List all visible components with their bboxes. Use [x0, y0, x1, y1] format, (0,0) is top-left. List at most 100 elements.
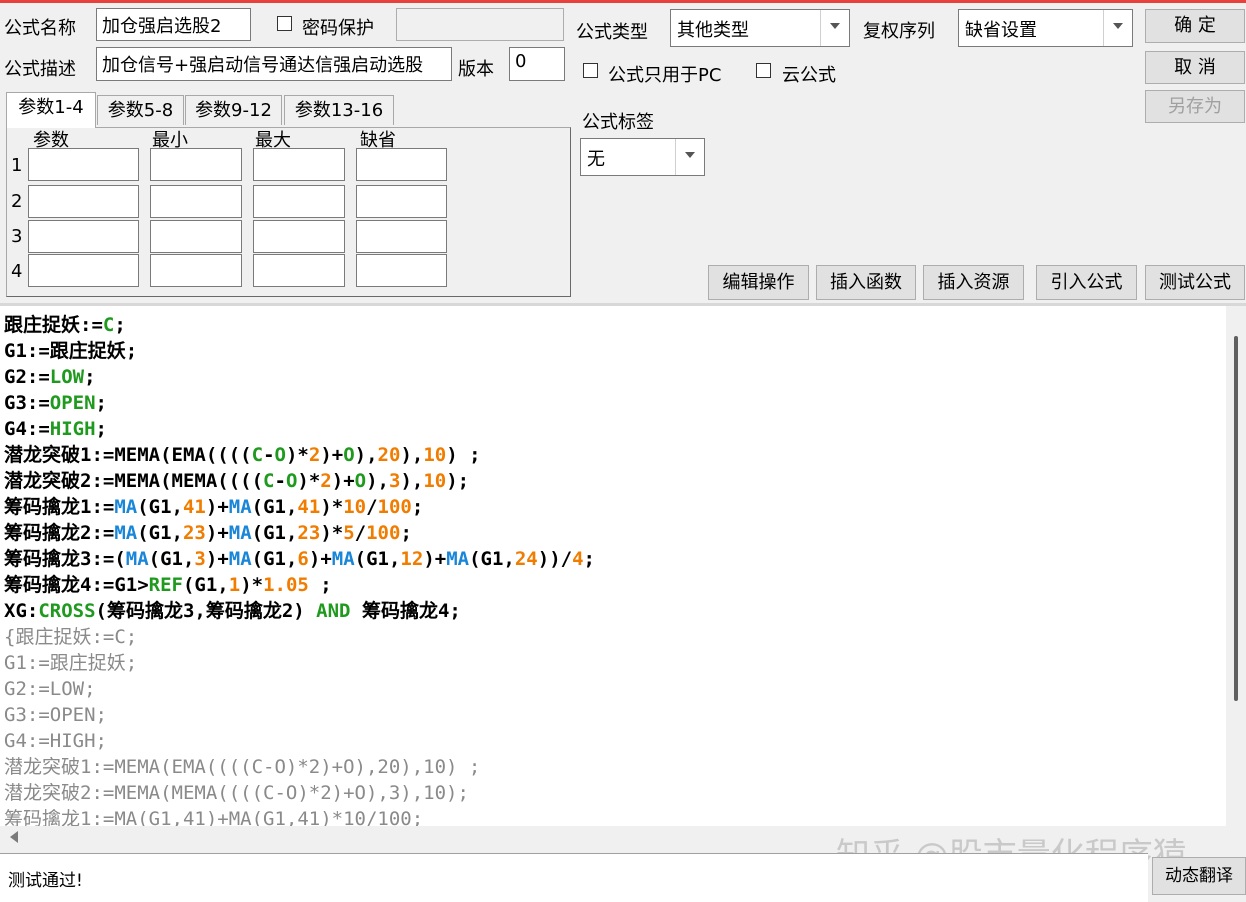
- formula-desc-label: 公式描述: [4, 59, 76, 80]
- param-name-input[interactable]: [28, 148, 139, 181]
- code-token: ;: [95, 392, 107, 414]
- code-line: 筹码擒龙4:=G1>REF(G1,1)*1.05 ;: [4, 572, 595, 598]
- scroll-left-icon[interactable]: [10, 831, 18, 843]
- param-name-input[interactable]: [28, 254, 139, 287]
- chevron-down-icon[interactable]: [1103, 10, 1132, 46]
- code-line: 筹码擒龙3:=(MA(G1,3)+MA(G1,6)+MA(G1,12)+MA(G…: [4, 546, 595, 572]
- code-token: (G1,: [251, 548, 298, 570]
- code-token: 12: [400, 548, 424, 570]
- param-min-input[interactable]: [150, 220, 242, 253]
- chevron-down-icon[interactable]: [675, 139, 704, 175]
- pc-only-checkbox[interactable]: [583, 63, 598, 78]
- code-token: CROSS: [38, 600, 96, 622]
- code-token: G4:=HIGH;: [4, 730, 107, 752]
- code-token: 3: [194, 548, 206, 570]
- code-token: G1:=跟庄捉妖;: [4, 652, 138, 674]
- code-token: 筹码擒龙1:=MA(G1,41)+MA(G1,41)*10/100;: [4, 808, 424, 826]
- formula-tag-select[interactable]: 无: [580, 138, 705, 176]
- code-token: (G1,: [251, 522, 298, 544]
- insert-resource-button[interactable]: 插入资源: [923, 265, 1024, 300]
- code-token: ;: [400, 522, 412, 544]
- code-token: )*: [320, 496, 344, 518]
- code-line: 潜龙突破2:=MEMA(MEMA((((C-O)*2)+O),3),10);: [4, 780, 595, 806]
- formula-name-input[interactable]: 加仓强启选股2: [96, 8, 251, 41]
- param-default-input[interactable]: [356, 148, 447, 181]
- code-editor[interactable]: 跟庄捉妖:=C; G1:=跟庄捉妖; G2:=LOW; G3:=OPEN; G4:=HI…: [0, 306, 1226, 826]
- cloud-formula-label: 云公式: [782, 65, 836, 86]
- code-line: G3:=OPEN;: [4, 702, 595, 728]
- param-default-input[interactable]: [356, 254, 447, 287]
- param-max-input[interactable]: [253, 220, 345, 253]
- code-token: MA: [228, 548, 252, 570]
- password-input[interactable]: [396, 8, 564, 41]
- code-token: ;: [411, 496, 424, 518]
- window-top-border: [0, 0, 1246, 3]
- param-min-input[interactable]: [150, 148, 242, 181]
- ok-button[interactable]: 确 定: [1145, 9, 1245, 43]
- edit-ops-button[interactable]: 编辑操作: [708, 265, 809, 300]
- code-token: AND: [316, 600, 351, 622]
- code-token: 2: [320, 470, 332, 492]
- tab-params-9-12[interactable]: 参数9-12: [185, 95, 282, 125]
- code-token: 2: [308, 444, 321, 466]
- tab-params-5-8[interactable]: 参数5-8: [97, 95, 184, 125]
- code-token: (G1,: [137, 522, 183, 544]
- save-as-button[interactable]: 另存为: [1145, 90, 1245, 123]
- param-default-input[interactable]: [356, 220, 447, 253]
- insert-function-button[interactable]: 插入函数: [816, 265, 916, 300]
- password-checkbox[interactable]: [277, 16, 292, 31]
- pc-only-label: 公式只用于PC: [608, 65, 722, 86]
- code-token: O: [354, 470, 367, 492]
- test-formula-button[interactable]: 测试公式: [1145, 265, 1245, 300]
- formula-type-select[interactable]: 其他类型: [670, 9, 850, 47]
- code-token: 6: [297, 548, 309, 570]
- code-token: MA: [114, 496, 138, 518]
- dynamic-translate-button[interactable]: 动态翻译: [1152, 857, 1246, 895]
- vertical-scrollbar[interactable]: [1226, 306, 1246, 826]
- code-token: 筹码擒龙4;: [350, 600, 461, 622]
- code-token: ;: [583, 548, 595, 570]
- param-name-input[interactable]: [28, 185, 139, 218]
- code-line: 跟庄捉妖:=C;: [4, 312, 595, 338]
- tab-params-13-16[interactable]: 参数13-16: [284, 95, 394, 125]
- version-input[interactable]: 0: [509, 47, 565, 81]
- param-default-input[interactable]: [356, 185, 447, 218]
- cloud-formula-checkbox[interactable]: [756, 63, 771, 78]
- code-line: 潜龙突破2:=MEMA(MEMA((((C-O)*2)+O),3),10);: [4, 468, 595, 494]
- code-token: 20: [377, 444, 401, 466]
- param-max-input[interactable]: [253, 185, 345, 218]
- code-token: ;: [114, 314, 126, 336]
- code-token: /: [354, 522, 367, 544]
- code-token: ),: [366, 470, 389, 492]
- code-token: G3:=OPEN;: [4, 704, 107, 726]
- formula-name-label: 公式名称: [4, 18, 76, 39]
- code-token: C: [263, 470, 275, 492]
- code-token: G1:=跟庄捉妖;: [4, 340, 138, 362]
- restore-select[interactable]: 缺省设置: [958, 9, 1133, 47]
- code-token: ;: [95, 418, 107, 440]
- code-token: 100: [366, 522, 401, 544]
- code-token: MA: [228, 496, 252, 518]
- param-min-input[interactable]: [150, 254, 242, 287]
- cancel-button[interactable]: 取 消: [1145, 51, 1245, 84]
- import-formula-button[interactable]: 引入公式: [1036, 265, 1137, 300]
- param-min-input[interactable]: [150, 185, 242, 218]
- code-line: 潜龙突破1:=MEMA(EMA((((C-O)*2)+O),20),10) ;: [4, 754, 595, 780]
- code-line: G2:=LOW;: [4, 364, 595, 390]
- code-token: ) ;: [446, 444, 481, 466]
- formula-desc-input[interactable]: 加仓信号+强启动信号通达信强启动选股: [96, 47, 452, 81]
- param-max-input[interactable]: [253, 254, 345, 287]
- code-line: 筹码擒龙2:=MA(G1,23)+MA(G1,23)*5/100;: [4, 520, 595, 546]
- code-token: 10: [343, 496, 367, 518]
- chevron-down-icon[interactable]: [820, 10, 849, 46]
- code-token: (G1,: [354, 548, 401, 570]
- code-token: O: [274, 444, 286, 466]
- code-token: OPEN: [49, 392, 96, 414]
- code-token: C: [102, 314, 115, 336]
- param-max-input[interactable]: [253, 148, 345, 181]
- tab-params-1-4[interactable]: 参数1-4: [6, 92, 96, 128]
- param-name-input[interactable]: [28, 220, 139, 253]
- code-token: /: [366, 496, 378, 518]
- scrollbar-thumb[interactable]: [1234, 336, 1238, 701]
- code-token: REF: [148, 574, 183, 596]
